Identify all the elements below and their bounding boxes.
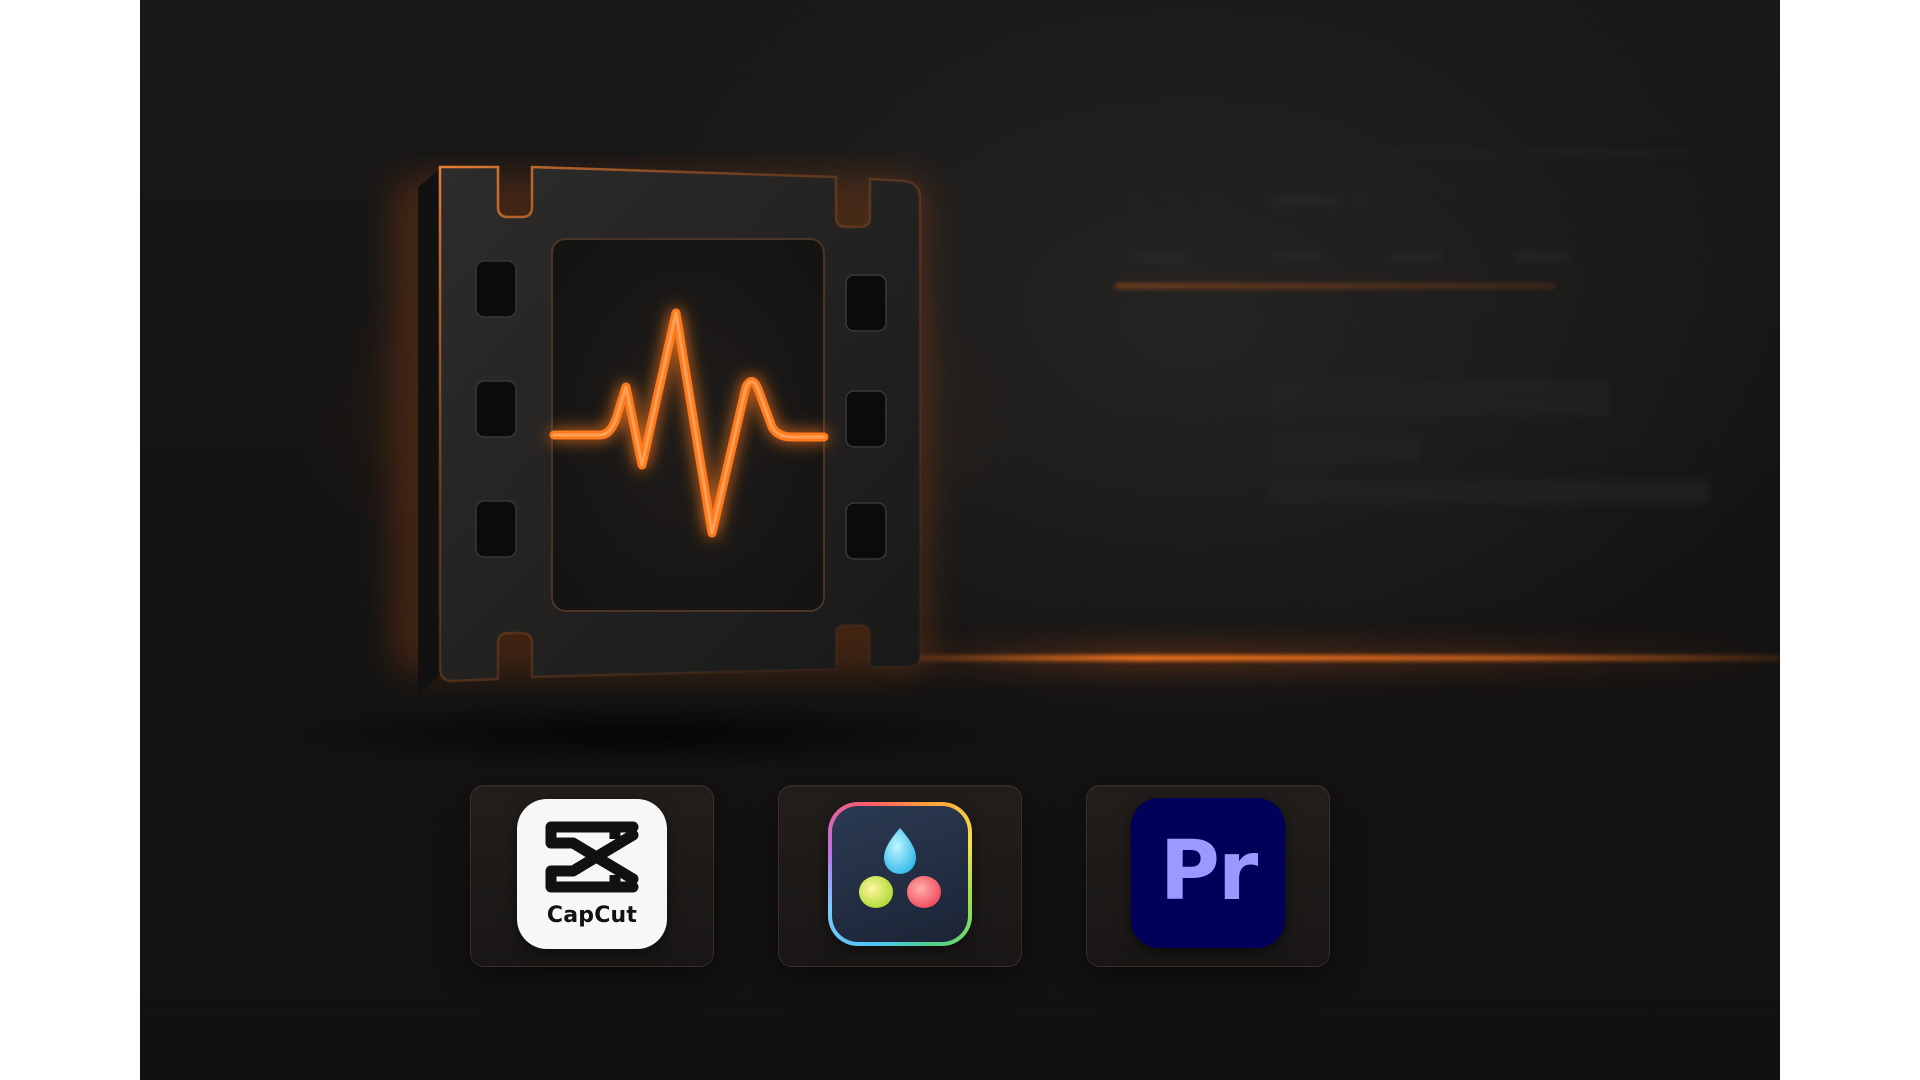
color-drops-icon	[859, 828, 941, 908]
davinci-resolve-tile[interactable]	[778, 785, 1022, 967]
premiere-pro-logo-icon: Pr	[1131, 798, 1285, 948]
capcut-tile[interactable]: CapCut	[470, 785, 714, 967]
background-ui-ghost	[970, 150, 1730, 530]
premiere-pro-label: Pr	[1159, 824, 1259, 919]
hero-shadow	[260, 700, 1020, 770]
background-progress-ghost	[1115, 283, 1555, 289]
capcut-logo-icon: CapCut	[517, 799, 667, 949]
capcut-symbol-icon	[545, 821, 639, 893]
capcut-label: CapCut	[546, 903, 638, 928]
orange-glow-line	[860, 655, 1780, 661]
film-strip-waveform-icon	[390, 165, 930, 695]
hero-banner: CapCut Pr	[140, 0, 1780, 1080]
premiere-pro-tile[interactable]: Pr	[1086, 785, 1330, 967]
davinci-resolve-logo-icon	[828, 802, 972, 946]
